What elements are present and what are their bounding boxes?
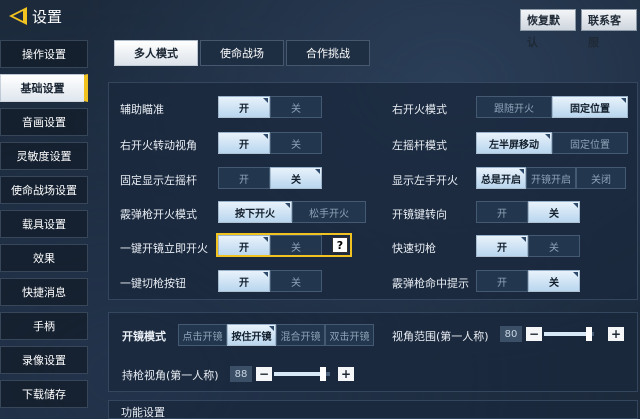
tab-battle-royale[interactable]: 使命战场	[200, 40, 284, 66]
fire-key-turn-off-option[interactable]: 关	[528, 201, 580, 223]
fov-value: 80	[500, 326, 522, 342]
shotgun-hit-hint-off-option[interactable]: 关	[528, 270, 580, 292]
shotgun-hit-hint-label: 霰弹枪命中提示	[392, 277, 469, 290]
scope-mode-mixed-option[interactable]: 混合开镜	[276, 324, 325, 346]
fixed-left-stick-label: 固定显示左摇杆	[120, 174, 197, 187]
fov-plus-button[interactable]: +	[608, 327, 624, 341]
left-fire-always-option[interactable]: 总是开启	[476, 167, 526, 189]
shotgun-fire-mode-toggle: 按下开火 松手开火	[218, 201, 366, 223]
left-fire-display-toggle: 总是开启 开镜开启 关闭	[476, 167, 626, 189]
scope-fire-on-option[interactable]: 开	[218, 235, 270, 257]
left-stick-mode-toggle: 左半屏移动 固定位置	[476, 132, 628, 154]
switch-gun-button-label: 一键切枪按钮	[120, 277, 186, 290]
scope-mode-selector: 点击开镜 按住开镜 混合开镜 双击开镜	[178, 324, 374, 346]
fov-slider-thumb[interactable]	[586, 327, 592, 341]
help-icon[interactable]: ?	[332, 237, 348, 253]
sidebar-item-recording[interactable]: 录像设置	[0, 346, 88, 374]
scope-mode-tap-option[interactable]: 点击开镜	[178, 324, 227, 346]
back-arrow-icon[interactable]	[4, 4, 30, 28]
fixed-left-stick-on-option[interactable]: 开	[218, 167, 270, 189]
quick-switch-label: 快速切枪	[392, 242, 436, 255]
fire-key-turn-toggle: 开 关	[476, 201, 580, 223]
sidebar-item-battle-royale[interactable]: 使命战场设置	[0, 176, 88, 204]
aim-assist-on-option[interactable]: 开	[218, 96, 270, 118]
right-fire-turn-off-option[interactable]: 关	[270, 132, 322, 154]
fire-key-turn-on-option[interactable]: 开	[476, 201, 528, 223]
sidebar-item-controller[interactable]: 手柄	[0, 312, 88, 340]
quick-switch-toggle: 开 关	[476, 235, 580, 257]
shotgun-hit-hint-toggle: 开 关	[476, 270, 580, 292]
restore-default-button[interactable]: 恢复默认	[520, 9, 576, 49]
switch-gun-button-toggle: 开 关	[218, 270, 322, 292]
tab-multiplayer[interactable]: 多人模式	[114, 40, 198, 66]
left-fire-display-label: 显示左手开火	[392, 174, 458, 187]
scope-mode-double-tap-option[interactable]: 双击开镜	[325, 324, 374, 346]
contact-service-button[interactable]: 联系客服	[581, 9, 637, 49]
fov-label: 视角范围(第一人称)	[392, 330, 489, 343]
right-fire-turn-on-option[interactable]: 开	[218, 132, 270, 154]
left-stick-mode-label: 左摇杆模式	[392, 139, 447, 152]
right-fire-turn-toggle: 开 关	[218, 132, 322, 154]
switch-gun-off-option[interactable]: 关	[270, 270, 322, 292]
aim-assist-label: 辅助瞄准	[120, 103, 164, 116]
sidebar-item-operation[interactable]: 操作设置	[0, 40, 88, 68]
left-half-screen-option[interactable]: 左半屏移动	[476, 132, 552, 154]
fov-minus-button[interactable]: −	[526, 327, 542, 341]
sidebar-item-sensitivity[interactable]: 灵敏度设置	[0, 142, 88, 170]
shotgun-press-fire-option[interactable]: 按下开火	[218, 201, 292, 223]
hold-fov-plus-button[interactable]: +	[338, 367, 354, 381]
fov-slider-fill	[544, 332, 589, 336]
right-fire-mode-label: 右开火模式	[392, 103, 447, 116]
sidebar-item-basic[interactable]: 基础设置	[0, 74, 88, 102]
aim-assist-off-option[interactable]: 关	[270, 96, 322, 118]
scope-mode-hold-option[interactable]: 按住开镜	[227, 324, 276, 346]
scope-fire-off-option[interactable]: 关	[270, 235, 322, 257]
sidebar-item-effects[interactable]: 效果	[0, 244, 88, 272]
quick-switch-on-option[interactable]: 开	[476, 235, 528, 257]
fixed-left-stick-toggle: 开 关	[218, 167, 322, 189]
fire-key-turn-label: 开镜键转向	[392, 208, 447, 221]
quick-switch-off-option[interactable]: 关	[528, 235, 580, 257]
hold-fov-slider-fill	[274, 372, 324, 376]
left-fire-off-option[interactable]: 关闭	[576, 167, 626, 189]
aim-assist-toggle: 开 关	[218, 96, 322, 118]
function-section-title: 功能设置	[121, 406, 165, 419]
hold-fov-minus-button[interactable]: −	[256, 367, 272, 381]
shotgun-fire-mode-label: 霰弹枪开火模式	[120, 208, 197, 221]
hold-fov-value: 88	[230, 366, 252, 382]
right-fire-follow-option[interactable]: 跟随开火	[476, 96, 552, 118]
sidebar-item-download-storage[interactable]: 下载储存	[0, 380, 88, 408]
sidebar-item-audio-video[interactable]: 音画设置	[0, 108, 88, 136]
left-stick-fixed-option[interactable]: 固定位置	[552, 132, 628, 154]
shotgun-hit-hint-on-option[interactable]: 开	[476, 270, 528, 292]
page-title: 设置	[32, 8, 63, 26]
hold-fov-label: 持枪视角(第一人称)	[122, 369, 219, 382]
left-fire-scope-option[interactable]: 开镜开启	[526, 167, 576, 189]
fixed-left-stick-off-option[interactable]: 关	[270, 167, 322, 189]
scope-mode-label: 开镜模式	[122, 330, 166, 343]
tab-coop-challenge[interactable]: 合作挑战	[286, 40, 370, 66]
hold-fov-slider-thumb[interactable]	[320, 367, 327, 381]
right-fire-mode-toggle: 跟随开火 固定位置	[476, 96, 628, 118]
scope-fire-label: 一键开镜立即开火	[120, 242, 208, 255]
right-fire-fixed-option[interactable]: 固定位置	[552, 96, 628, 118]
shotgun-release-fire-option[interactable]: 松手开火	[292, 201, 366, 223]
fov-slider[interactable]	[544, 327, 594, 341]
switch-gun-on-option[interactable]: 开	[218, 270, 270, 292]
right-fire-turn-label: 右开火转动视角	[120, 139, 197, 152]
function-panel: 功能设置	[108, 400, 638, 419]
header: 设置 恢复默认 联系客服	[0, 0, 640, 49]
sidebar-item-vehicle[interactable]: 载具设置	[0, 210, 88, 238]
scope-fire-toggle: 开 关	[218, 235, 322, 257]
sidebar-item-quick-messages[interactable]: 快捷消息	[0, 278, 88, 306]
hold-fov-slider[interactable]	[274, 367, 330, 381]
